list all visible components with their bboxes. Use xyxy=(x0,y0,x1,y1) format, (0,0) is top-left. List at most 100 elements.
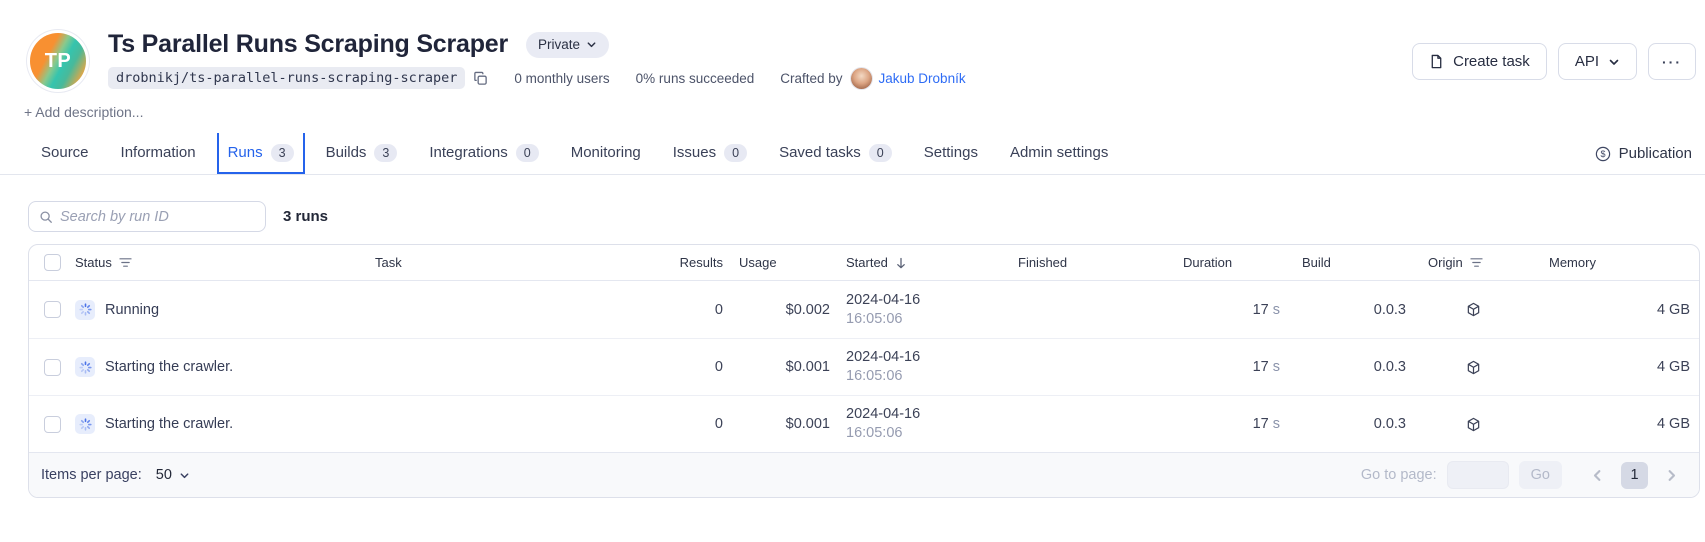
search-input[interactable] xyxy=(60,202,265,231)
actor-avatar-initials: TP xyxy=(45,50,72,73)
col-build: Build xyxy=(1280,255,1406,270)
tab-builds[interactable]: Builds 3 xyxy=(315,133,409,174)
previous-page-button[interactable] xyxy=(1590,468,1605,483)
tab-admin-settings[interactable]: Admin settings xyxy=(999,133,1119,174)
col-duration: Duration xyxy=(1183,255,1280,270)
tab-count-badge: 0 xyxy=(516,144,539,162)
run-status-link[interactable]: Starting the crawler. xyxy=(75,357,375,377)
tab-integrations[interactable]: Integrations 0 xyxy=(418,133,549,174)
filter-icon[interactable] xyxy=(1470,257,1483,268)
tab-settings[interactable]: Settings xyxy=(913,133,989,174)
package-icon xyxy=(1466,360,1481,375)
add-description-button[interactable]: + Add description... xyxy=(24,104,1705,120)
tab-label: Saved tasks xyxy=(779,144,861,161)
author-avatar xyxy=(851,68,872,89)
sort-desc-icon xyxy=(895,257,907,269)
duration-value: 17 xyxy=(1253,359,1269,375)
api-dropdown-button[interactable]: API xyxy=(1558,43,1637,80)
tab-count-badge: 0 xyxy=(724,144,747,162)
run-status-link[interactable]: Starting the crawler. xyxy=(75,414,375,434)
col-usage-label: Usage xyxy=(739,255,777,270)
chevron-right-icon xyxy=(1664,468,1679,483)
results-cell: 0 xyxy=(639,416,723,432)
meta-row: drobnikj/ts-parallel-runs-scraping-scrap… xyxy=(108,67,966,89)
chevron-down-icon xyxy=(179,470,190,481)
pagination-controls: Go to page: Go 1 xyxy=(1361,461,1679,489)
tab-information[interactable]: Information xyxy=(110,133,207,174)
duration-cell: 17s xyxy=(1183,359,1280,375)
row-checkbox[interactable] xyxy=(44,301,61,318)
tab-monitoring[interactable]: Monitoring xyxy=(560,133,652,174)
publication-link[interactable]: $ Publication xyxy=(1595,133,1705,174)
results-cell: 0 xyxy=(639,359,723,375)
row-checkbox-cell xyxy=(29,359,75,376)
actor-avatar: TP xyxy=(30,33,86,89)
go-to-page-label: Go to page: xyxy=(1361,467,1437,483)
memory-cell: 4 GB xyxy=(1540,359,1699,375)
status-text: Running xyxy=(105,302,159,318)
tab-bar: Source Information Runs 3 Builds 3 Integ… xyxy=(0,133,1705,175)
chevron-left-icon xyxy=(1590,468,1605,483)
results-cell: 0 xyxy=(639,302,723,318)
col-task: Task xyxy=(375,255,639,270)
col-started[interactable]: Started xyxy=(830,253,1018,272)
tab-count-badge: 0 xyxy=(869,144,892,162)
filter-icon[interactable] xyxy=(119,257,132,268)
search-icon xyxy=(39,210,53,224)
build-cell: 0.0.3 xyxy=(1280,416,1406,432)
header-actions: Create task API ··· xyxy=(1412,43,1696,80)
usage-cell: $0.001 xyxy=(723,359,830,375)
row-checkbox[interactable] xyxy=(44,359,61,376)
header-text: Ts Parallel Runs Scraping Scraper Privat… xyxy=(108,30,966,89)
col-finished: Finished xyxy=(1018,255,1183,270)
copy-button[interactable] xyxy=(473,71,488,86)
next-page-button[interactable] xyxy=(1664,468,1679,483)
actor-detail-page: TP Ts Parallel Runs Scraping Scraper Pri… xyxy=(0,0,1705,542)
memory-cell: 4 GB xyxy=(1540,302,1699,318)
col-status: Status xyxy=(75,255,375,270)
run-status-link[interactable]: Running xyxy=(75,300,375,320)
tab-issues[interactable]: Issues 0 xyxy=(662,133,758,174)
package-icon xyxy=(1466,302,1481,317)
runs-count: 3 runs xyxy=(283,208,328,225)
current-page-button[interactable]: 1 xyxy=(1621,462,1648,489)
col-duration-label: Duration xyxy=(1183,255,1232,270)
more-actions-button[interactable]: ··· xyxy=(1648,43,1696,80)
col-build-label: Build xyxy=(1302,255,1331,270)
duration-cell: 17s xyxy=(1183,416,1280,432)
col-results: Results xyxy=(639,255,723,270)
duration-value: 17 xyxy=(1253,302,1269,318)
page-header: TP Ts Parallel Runs Scraping Scraper Pri… xyxy=(0,0,1705,89)
dollar-circle-icon: $ xyxy=(1595,146,1611,162)
select-all-checkbox[interactable] xyxy=(44,254,61,271)
create-task-label: Create task xyxy=(1453,53,1530,70)
title-row: Ts Parallel Runs Scraping Scraper Privat… xyxy=(108,30,966,59)
build-cell: 0.0.3 xyxy=(1280,302,1406,318)
actor-repo-path: drobnikj/ts-parallel-runs-scraping-scrap… xyxy=(108,67,465,89)
started-cell: 2024-04-16 16:05:06 xyxy=(830,348,1018,386)
crafted-by: Crafted by Jakub Drobník xyxy=(780,68,965,89)
build-cell: 0.0.3 xyxy=(1280,359,1406,375)
tab-source[interactable]: Source xyxy=(30,133,100,174)
row-checkbox-cell xyxy=(29,416,75,433)
author-link[interactable]: Jakub Drobník xyxy=(879,71,966,86)
run-row: Starting the crawler. 0 $0.001 2024-04-1… xyxy=(29,395,1699,452)
svg-text:$: $ xyxy=(1600,149,1605,159)
started-date: 2024-04-16 xyxy=(846,291,1018,310)
status-text: Starting the crawler. xyxy=(105,359,233,375)
api-label: API xyxy=(1575,53,1599,70)
go-button[interactable]: Go xyxy=(1519,461,1562,489)
tab-saved-tasks[interactable]: Saved tasks 0 xyxy=(768,133,903,174)
chevron-down-icon xyxy=(586,39,597,50)
visibility-dropdown[interactable]: Private xyxy=(526,32,609,58)
duration-value: 17 xyxy=(1253,416,1269,432)
runs-table: Status Task Results Usage Started Finish… xyxy=(28,244,1700,498)
create-task-button[interactable]: Create task xyxy=(1412,43,1547,80)
tab-runs[interactable]: Runs 3 xyxy=(217,133,305,174)
tab-label: Monitoring xyxy=(571,144,641,161)
row-checkbox[interactable] xyxy=(44,416,61,433)
tab-label: Builds xyxy=(326,144,367,161)
items-per-page-select[interactable]: 50 xyxy=(156,467,190,483)
col-results-label: Results xyxy=(680,255,723,270)
go-to-page-input[interactable] xyxy=(1447,461,1509,489)
